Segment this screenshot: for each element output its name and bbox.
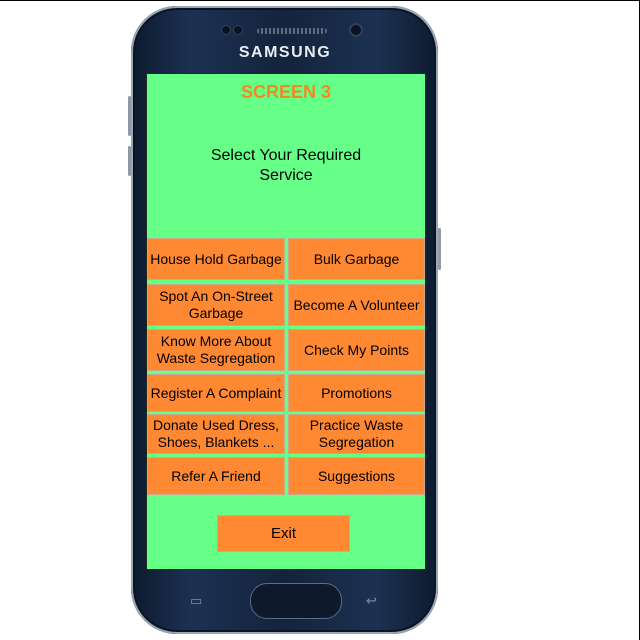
check-points-button[interactable]: Check My Points xyxy=(288,329,425,371)
recent-apps-icon[interactable]: ▭ xyxy=(190,594,202,607)
top-border-line xyxy=(0,0,640,1)
screen-title: SCREEN 3 xyxy=(240,82,332,102)
prompt-line-2: Service xyxy=(259,167,313,184)
volume-button[interactable] xyxy=(128,96,131,136)
household-garbage-label: House Hold Garbage xyxy=(150,250,282,267)
promotions-label: Promotions xyxy=(321,384,392,401)
app-screen: SCREEN 3 Select Your Required Service Ho… xyxy=(146,73,426,570)
practice-label-2: Segregation xyxy=(318,434,395,450)
light-sensor xyxy=(234,26,242,34)
suggestions-button[interactable]: Suggestions xyxy=(288,457,425,495)
brand-logo: SAMSUNG xyxy=(238,44,332,61)
spot-garbage-label-1: Spot An On-Street xyxy=(159,288,273,304)
know-more-button[interactable]: Know More About Waste Segregation xyxy=(147,329,285,371)
check-points-label: Check My Points xyxy=(303,341,410,358)
prompt-line-1: Select Your Required xyxy=(210,147,362,164)
spot-garbage-button[interactable]: Spot An On-Street Garbage xyxy=(147,284,285,326)
become-volunteer-label: Become A Volunteer xyxy=(293,296,420,313)
front-camera-icon xyxy=(351,25,361,35)
exit-label: Exit xyxy=(270,525,296,542)
practice-segregation-button[interactable]: Practice Waste Segregation xyxy=(288,414,425,454)
refer-friend-label: Refer A Friend xyxy=(171,467,261,484)
earpiece-speaker xyxy=(257,28,327,34)
service-prompt: Select Your Required Service xyxy=(147,146,425,186)
back-icon[interactable]: ↩ xyxy=(366,594,377,607)
register-complaint-label: Register A Complaint xyxy=(150,384,282,401)
donate-used-button[interactable]: Donate Used Dress, Shoes, Blankets ... xyxy=(147,414,285,454)
spot-garbage-label-2: Garbage xyxy=(188,305,244,321)
suggestions-label: Suggestions xyxy=(317,467,396,484)
donate-label-1: Donate Used Dress, xyxy=(152,417,280,433)
donate-label-2: Shoes, Blankets ... xyxy=(157,434,275,450)
bulk-garbage-label: Bulk Garbage xyxy=(313,250,400,267)
household-garbage-button[interactable]: House Hold Garbage xyxy=(147,238,285,280)
home-button[interactable] xyxy=(250,583,342,619)
volume-button-lower[interactable] xyxy=(128,146,131,176)
know-more-label-2: Waste Segregation xyxy=(156,350,276,366)
practice-label-1: Practice Waste xyxy=(309,417,404,433)
power-button[interactable] xyxy=(438,228,441,270)
proximity-sensor xyxy=(222,26,230,34)
promotions-button[interactable]: Promotions xyxy=(288,374,425,412)
bulk-garbage-button[interactable]: Bulk Garbage xyxy=(288,238,425,280)
know-more-label-1: Know More About xyxy=(160,333,272,349)
refer-friend-button[interactable]: Refer A Friend xyxy=(147,457,285,495)
become-volunteer-button[interactable]: Become A Volunteer xyxy=(288,284,425,326)
exit-button[interactable]: Exit xyxy=(217,515,350,552)
register-complaint-button[interactable]: Register A Complaint xyxy=(147,374,285,412)
